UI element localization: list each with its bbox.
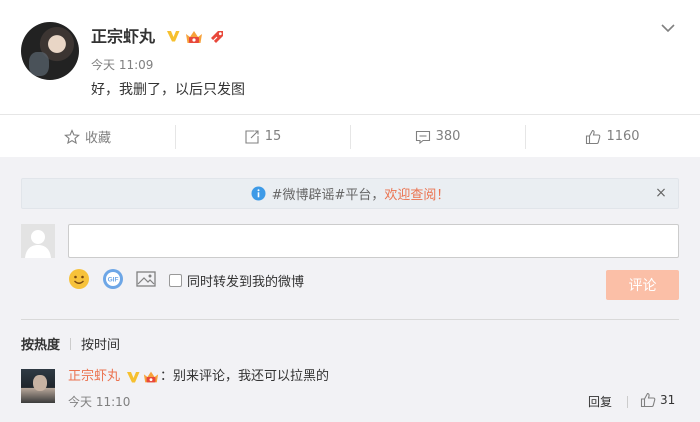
checkbox-box[interactable] bbox=[169, 274, 182, 287]
repost-checkbox-label: 同时转发到我的微博 bbox=[187, 275, 305, 290]
info-icon bbox=[251, 186, 266, 201]
comment-icon bbox=[415, 130, 430, 144]
submit-comment-button[interactable]: 评论 bbox=[606, 270, 679, 300]
comment-item: 正宗虾丸 ：别来评论，我还可以拉黑的 bbox=[68, 368, 329, 386]
favorite-button[interactable]: 收藏 bbox=[0, 115, 175, 158]
rumor-notice-banner: #微博辟谣#平台， 欢迎查阅！ bbox=[21, 178, 679, 209]
chevron-down-icon[interactable] bbox=[660, 22, 676, 34]
repost-icon bbox=[245, 129, 259, 144]
like-button[interactable]: 1160 bbox=[525, 115, 700, 158]
comment-author-name[interactable]: 正宗虾丸 bbox=[68, 368, 120, 386]
like-count: 1160 bbox=[606, 129, 640, 144]
notice-highlight-link[interactable]: 欢迎查阅！ bbox=[384, 184, 449, 203]
emoji-icon[interactable] bbox=[68, 268, 90, 290]
repost-count: 15 bbox=[264, 129, 282, 144]
post-timestamp[interactable]: 今天 11:09 bbox=[91, 57, 153, 73]
post-action-bar: 收藏 15 380 1160 bbox=[0, 114, 700, 157]
comment-input[interactable] bbox=[68, 224, 679, 258]
repost-button[interactable]: 15 bbox=[175, 115, 350, 158]
image-icon[interactable] bbox=[135, 268, 157, 290]
favorite-label: 收藏 bbox=[84, 131, 111, 146]
gif-icon[interactable]: GIF bbox=[102, 268, 124, 290]
close-icon[interactable]: × bbox=[653, 183, 669, 203]
user-placeholder-icon bbox=[25, 230, 51, 258]
current-user-avatar bbox=[21, 224, 55, 258]
comment-like-count: 31 bbox=[660, 393, 676, 407]
comment-timestamp: 今天 11:10 bbox=[68, 395, 131, 409]
comment-action-divider bbox=[627, 396, 628, 408]
verified-v-icon[interactable] bbox=[166, 29, 180, 43]
post-card: 正宗虾丸 今天 11:09 好，我删了，以后只发图 收藏 15 380 1160 bbox=[0, 0, 700, 157]
comment-author-avatar[interactable] bbox=[21, 369, 55, 403]
comment-text: ：别来评论，我还可以拉黑的 bbox=[160, 369, 330, 384]
section-divider bbox=[21, 319, 679, 320]
svg-text:GIF: GIF bbox=[108, 277, 119, 284]
tab-sort-time[interactable]: 按时间 bbox=[81, 338, 120, 353]
author-avatar[interactable] bbox=[21, 22, 79, 80]
star-icon bbox=[64, 128, 80, 144]
post-author-name[interactable]: 正宗虾丸 bbox=[91, 26, 155, 48]
post-text: 好，我删了，以后只发图 bbox=[91, 82, 245, 98]
crown-member-icon[interactable] bbox=[142, 369, 160, 385]
crown-member-icon[interactable] bbox=[184, 28, 204, 46]
badge-tag-icon[interactable] bbox=[208, 28, 226, 46]
comment-sort-tabs: 按热度 按时间 bbox=[21, 337, 120, 355]
comment-like-button[interactable]: 31 bbox=[640, 392, 675, 408]
verified-v-icon[interactable] bbox=[126, 370, 140, 384]
comment-count: 380 bbox=[435, 129, 461, 144]
notice-text-link[interactable]: #微博辟谣#平台， bbox=[272, 184, 385, 203]
thumbs-up-icon bbox=[586, 129, 601, 144]
tab-sort-hot[interactable]: 按热度 bbox=[21, 338, 60, 353]
repost-to-my-weibo-checkbox[interactable]: 同时转发到我的微博 bbox=[169, 271, 304, 290]
reply-button[interactable]: 回复 bbox=[588, 394, 612, 410]
thumbs-up-icon bbox=[640, 392, 656, 408]
comment-button[interactable]: 380 bbox=[350, 115, 525, 158]
sort-divider bbox=[70, 338, 72, 350]
